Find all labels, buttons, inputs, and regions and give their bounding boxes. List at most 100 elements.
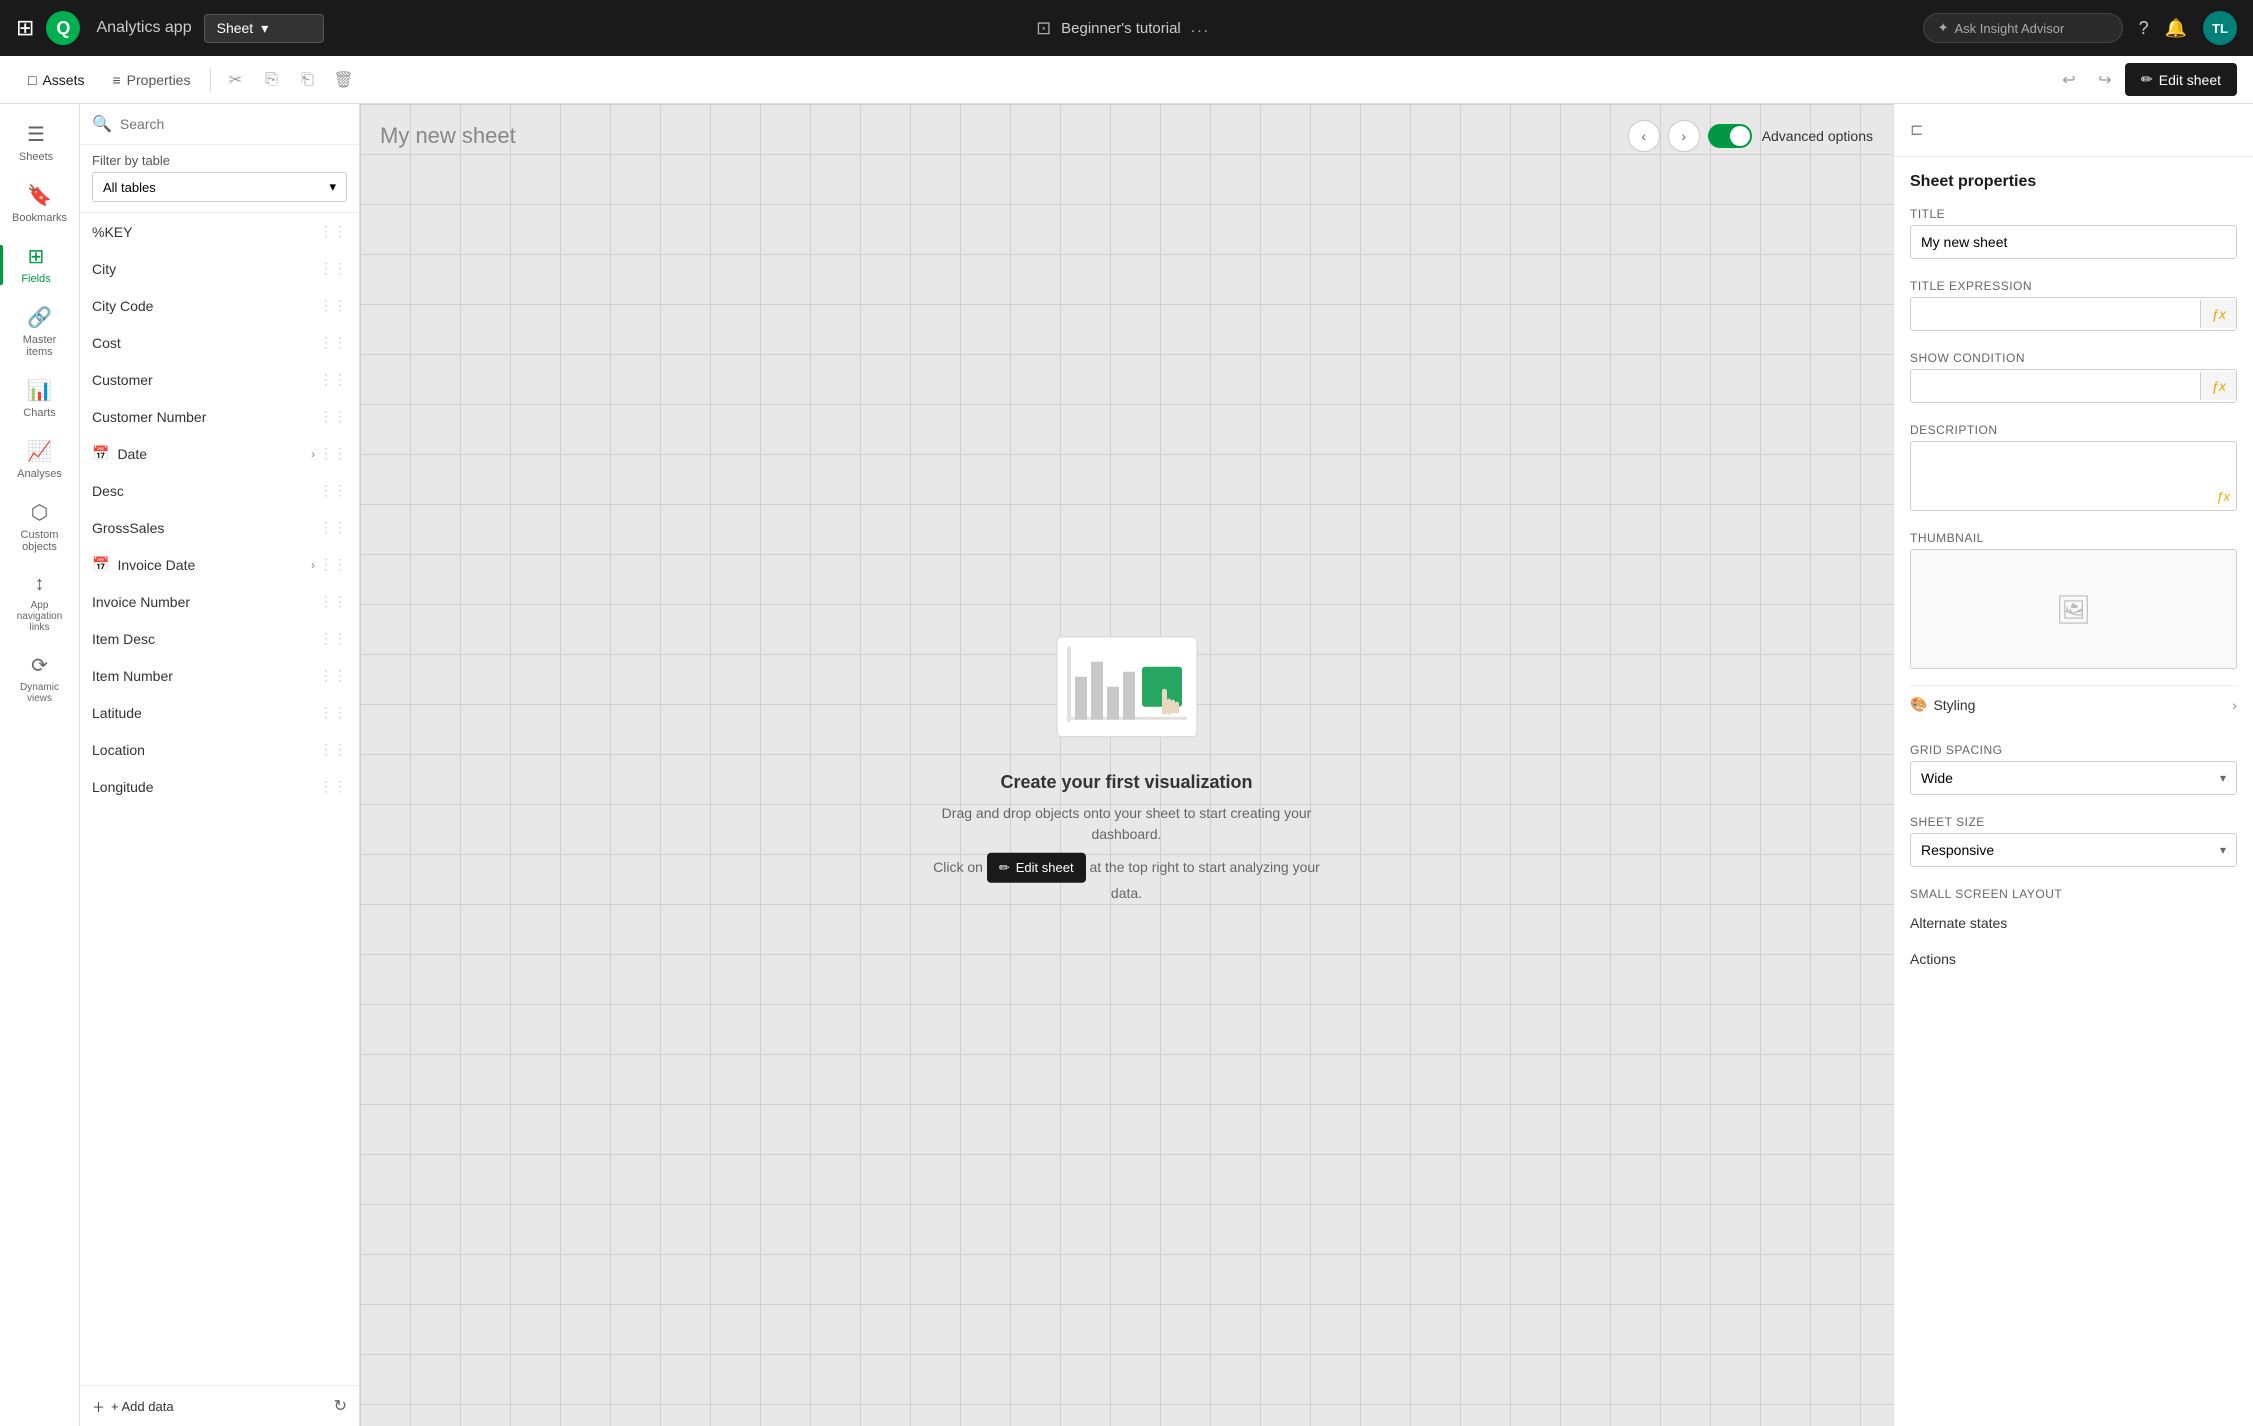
field-item[interactable]: %KEY⋮⋮	[80, 213, 359, 250]
field-item[interactable]: Customer⋮⋮	[80, 361, 359, 398]
field-item[interactable]: 📅Date›⋮⋮	[80, 435, 359, 472]
properties-tab[interactable]: ≡ Properties	[100, 64, 202, 96]
field-item[interactable]: Cost ⋮⋮	[80, 324, 359, 361]
qlik-logo: Q	[46, 11, 80, 45]
sheet-size-arrow-icon: ▾	[2210, 835, 2236, 865]
undo-button[interactable]: ↩	[2053, 64, 2085, 96]
description-textarea[interactable]	[1911, 442, 2236, 510]
assets-tab[interactable]: □ Assets	[16, 64, 96, 96]
field-item[interactable]: Invoice Number⋮⋮	[80, 583, 359, 620]
thumbnail-box[interactable]: 🖼	[1910, 549, 2237, 669]
avatar[interactable]: TL	[2203, 11, 2237, 45]
more-options-button[interactable]: ...	[1191, 19, 1210, 37]
grid-menu-icon[interactable]: ⊞	[16, 15, 34, 41]
alternate-states-item[interactable]: Alternate states	[1894, 905, 2253, 941]
field-item[interactable]: Location⋮⋮	[80, 731, 359, 768]
field-item[interactable]: GrossSales⋮⋮	[80, 509, 359, 546]
edit-sheet-inline-button[interactable]: ✏ Edit sheet	[987, 853, 1086, 883]
sidebar-item-sheets[interactable]: ☰ Sheets	[0, 112, 72, 173]
field-name: Longitude	[92, 779, 154, 795]
delete-button[interactable]: 🗑	[327, 64, 359, 96]
grid-spacing-select[interactable]: Wide	[1911, 762, 2210, 794]
field-name: Cost	[92, 335, 121, 351]
field-item[interactable]: Item Number⋮⋮	[80, 657, 359, 694]
title-expression-field: ƒx	[1910, 297, 2237, 331]
sidebar-item-fields[interactable]: ⊞ Fields	[0, 234, 72, 295]
search-input[interactable]	[120, 116, 347, 132]
toolbar-divider	[210, 68, 211, 92]
ask-insight-button[interactable]: ✦ Ask Insight Advisor	[1923, 13, 2123, 43]
tutorial-icon: ⊡	[1036, 18, 1051, 39]
field-name: Invoice Date	[117, 557, 195, 573]
drag-handle-icon[interactable]: ⋮⋮	[319, 482, 347, 499]
drag-handle-icon[interactable]: ⋮⋮	[319, 593, 347, 610]
show-condition-input[interactable]	[1911, 370, 2200, 402]
show-condition-fx-button[interactable]: ƒx	[2200, 372, 2236, 400]
sidebar-item-app-nav[interactable]: ↕ App navigation links	[4, 563, 76, 643]
drag-handle-icon[interactable]: ⋮⋮	[319, 408, 347, 425]
edit-sheet-button[interactable]: ✏ Edit sheet	[2125, 63, 2237, 96]
title-expression-fx-button[interactable]: ƒx	[2200, 300, 2236, 328]
paste-button[interactable]: ⎗	[291, 64, 323, 96]
notifications-icon[interactable]: 🔔	[2165, 18, 2187, 39]
field-item[interactable]: Longitude ⋮⋮	[80, 768, 359, 805]
sidebar-item-charts[interactable]: 📊 Charts	[4, 368, 76, 429]
field-item[interactable]: Customer Number ⋮⋮	[80, 398, 359, 435]
expand-icon[interactable]: ›	[311, 558, 315, 572]
add-data-button[interactable]: ＋ + Add data	[92, 1397, 174, 1416]
nav-right: ✦ Ask Insight Advisor ? 🔔 TL	[1923, 11, 2237, 45]
sidebar-item-bookmarks[interactable]: 🔖 Bookmarks	[4, 173, 76, 234]
advanced-options-row: Advanced options	[1708, 124, 1873, 148]
drag-handle-icon[interactable]: ⋮⋮	[319, 445, 347, 462]
field-name: City	[92, 261, 116, 277]
styling-row[interactable]: 🎨 Styling ›	[1910, 685, 2237, 723]
left-sidebar: ☰ Sheets 🔖 Bookmarks ⊞ Fields 🔗 Master i…	[0, 104, 80, 1426]
search-area: 🔍	[80, 104, 359, 145]
drag-handle-icon[interactable]: ⋮⋮	[319, 260, 347, 277]
sheet-size-select[interactable]: Responsive	[1911, 834, 2210, 866]
drag-handle-icon[interactable]: ⋮⋮	[319, 667, 347, 684]
sheet-selector[interactable]: Sheet ▾	[204, 14, 324, 43]
advanced-options-toggle[interactable]	[1708, 124, 1752, 148]
prev-sheet-button[interactable]: ‹	[1628, 120, 1660, 152]
title-expression-input[interactable]	[1911, 298, 2200, 330]
field-item[interactable]: Desc⋮⋮	[80, 472, 359, 509]
panel-collapse-icon[interactable]: ⊏	[1910, 120, 1923, 140]
actions-item[interactable]: Actions	[1894, 941, 2253, 977]
sidebar-item-master-items[interactable]: 🔗 Master items	[4, 295, 76, 368]
sidebar-item-custom-objects[interactable]: ⬡ Custom objects	[4, 490, 76, 563]
edit-inline-icon: ✏	[999, 858, 1010, 878]
drag-handle-icon[interactable]: ⋮⋮	[319, 778, 347, 795]
drag-handle-icon[interactable]: ⋮⋮	[319, 519, 347, 536]
sidebar-item-dynamic-views[interactable]: ⟳ Dynamic views	[4, 643, 76, 714]
drag-handle-icon[interactable]: ⋮⋮	[319, 556, 347, 573]
field-item[interactable]: City ⋮⋮	[80, 250, 359, 287]
toggle-knob	[1730, 126, 1750, 146]
drag-handle-icon[interactable]: ⋮⋮	[319, 297, 347, 314]
refresh-button[interactable]: ↻	[334, 1396, 347, 1416]
cut-button[interactable]: ✂	[219, 64, 251, 96]
main-content: ☰ Sheets 🔖 Bookmarks ⊞ Fields 🔗 Master i…	[0, 104, 2253, 1426]
field-item[interactable]: City Code⋮⋮	[80, 287, 359, 324]
field-item[interactable]: 📅Invoice Date›⋮⋮	[80, 546, 359, 583]
drag-handle-icon[interactable]: ⋮⋮	[319, 630, 347, 647]
drag-handle-icon[interactable]: ⋮⋮	[319, 704, 347, 721]
field-name: Date	[117, 446, 147, 462]
field-name: Customer Number	[92, 409, 206, 425]
help-icon[interactable]: ?	[2139, 18, 2149, 39]
description-fx-button[interactable]: ƒx	[2216, 489, 2230, 504]
next-sheet-button[interactable]: ›	[1668, 120, 1700, 152]
sidebar-item-analyses[interactable]: 📈 Analyses	[4, 429, 76, 490]
field-item[interactable]: Item Desc⋮⋮	[80, 620, 359, 657]
drag-handle-icon[interactable]: ⋮⋮	[319, 371, 347, 388]
title-input[interactable]	[1910, 225, 2237, 259]
create-desc1: Drag and drop objects onto your sheet to…	[927, 803, 1327, 845]
drag-handle-icon[interactable]: ⋮⋮	[319, 334, 347, 351]
expand-icon[interactable]: ›	[311, 447, 315, 461]
copy-button[interactable]: ⎘	[255, 64, 287, 96]
field-item[interactable]: Latitude⋮⋮	[80, 694, 359, 731]
table-filter-select[interactable]: All tables ▾	[92, 172, 347, 202]
drag-handle-icon[interactable]: ⋮⋮	[319, 741, 347, 758]
drag-handle-icon[interactable]: ⋮⋮	[319, 223, 347, 240]
redo-button[interactable]: ↪	[2089, 64, 2121, 96]
